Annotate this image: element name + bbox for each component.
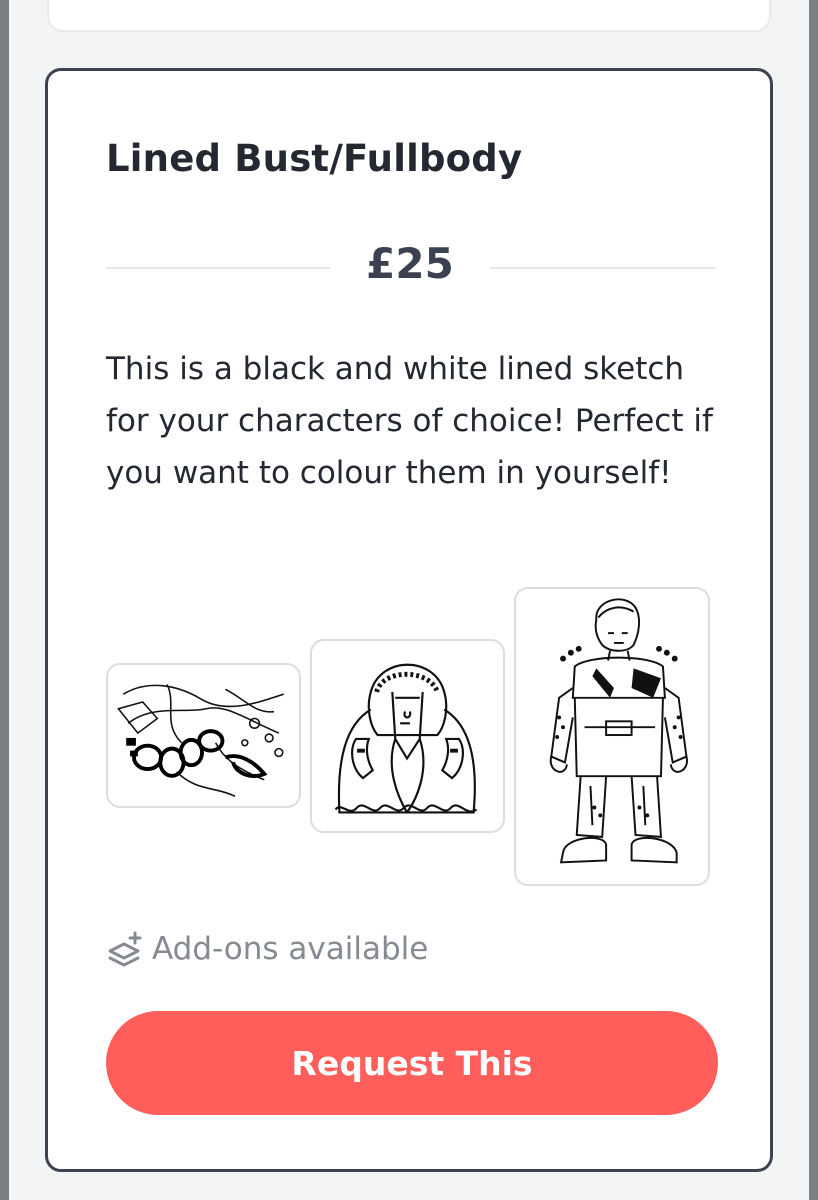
- divider-left: [106, 267, 330, 269]
- window-edge-right: [809, 0, 818, 1200]
- listing-title: Lined Bust/Fullbody: [106, 137, 523, 180]
- sample-image-2[interactable]: [310, 639, 505, 833]
- divider-right: [490, 267, 716, 269]
- commission-card: Lined Bust/Fullbody £25 This is a black …: [45, 68, 773, 1172]
- window-edge-left: [0, 0, 9, 1200]
- layers-plus-icon: [108, 931, 142, 967]
- request-this-button[interactable]: Request This: [106, 1011, 718, 1115]
- listing-price: £25: [366, 239, 454, 288]
- addons-indicator: Add-ons available: [106, 927, 428, 971]
- addons-label: Add-ons available: [152, 931, 429, 967]
- sample-sketch-armored-character: [549, 598, 688, 864]
- sample-sketch-dragon: [117, 684, 284, 797]
- sample-sketch-coat-figure: [334, 663, 478, 814]
- sample-image-1[interactable]: [106, 663, 301, 808]
- previous-listing-card: [47, 0, 771, 32]
- price-row: £25: [106, 239, 716, 299]
- sample-image-3[interactable]: [514, 587, 710, 886]
- listing-description: This is a black and white lined sketch f…: [106, 351, 713, 491]
